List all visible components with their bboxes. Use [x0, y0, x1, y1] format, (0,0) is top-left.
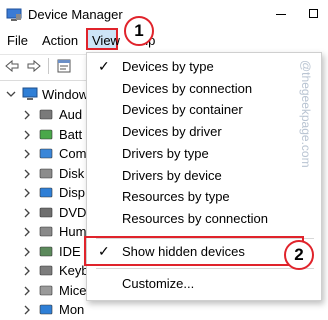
- menu-item-view-option[interactable]: Devices by type: [122, 59, 214, 74]
- tree-item-label: Disk: [59, 165, 85, 181]
- tree-root-label: Window: [42, 87, 89, 102]
- tree-item-label: Disp: [59, 185, 86, 200]
- battery-icon: [39, 129, 53, 139]
- tree-item-label: Mon: [59, 302, 85, 317]
- menu-item-view-option[interactable]: Devices by connection: [122, 81, 252, 96]
- callout-2: 2: [284, 240, 314, 270]
- menu-item-view-option[interactable]: Devices by driver: [122, 124, 222, 139]
- tree-item[interactable]: Mice: [0, 281, 100, 301]
- dvd-icon: [39, 207, 53, 217]
- toolbar-separator: [48, 58, 49, 74]
- menu-item-view-option[interactable]: Resources by type: [122, 189, 230, 204]
- tree-item-label: Batt: [59, 126, 83, 142]
- mouse-icon: [39, 285, 53, 295]
- tree-item-label: Mice: [59, 282, 87, 298]
- chevron-right-icon[interactable]: [22, 305, 32, 315]
- tree-item-label: Hum: [59, 224, 87, 239]
- chevron-right-icon[interactable]: [22, 188, 32, 198]
- ide-icon: [39, 246, 53, 256]
- hid-icon: [39, 226, 53, 237]
- chevron-right-icon[interactable]: [22, 286, 32, 296]
- device-manager-icon: [6, 8, 22, 21]
- check-mark-icon: ✓: [98, 58, 110, 74]
- computer-icon: [39, 148, 53, 159]
- computer-root-icon: [22, 87, 38, 100]
- menu-item-view-option[interactable]: Drivers by type: [122, 146, 209, 161]
- tree-item[interactable]: Disk: [0, 164, 100, 184]
- minimize-button[interactable]: [266, 4, 296, 24]
- disk-icon: [39, 168, 53, 178]
- check-mark-icon: ✓: [98, 243, 110, 259]
- menu-action[interactable]: Action: [42, 33, 78, 48]
- keyboard-icon: [39, 265, 53, 276]
- tree-item[interactable]: Batt: [0, 125, 100, 145]
- tree-item[interactable]: Aud: [0, 105, 100, 125]
- menu-item-show-hidden-devices[interactable]: Show hidden devices: [122, 244, 245, 259]
- tree-item[interactable]: Mon: [0, 300, 100, 320]
- chevron-right-icon[interactable]: [22, 247, 32, 257]
- tree-item[interactable]: DVD: [0, 203, 100, 223]
- chevron-right-icon[interactable]: [22, 149, 32, 159]
- tree-item-label: IDE: [59, 243, 81, 259]
- audio-icon: [39, 109, 53, 120]
- chevron-right-icon[interactable]: [22, 110, 32, 120]
- menu-item-view-option[interactable]: Drivers by device: [122, 168, 222, 183]
- tree-item[interactable]: Disp: [0, 183, 100, 203]
- callout-1: 1: [124, 16, 154, 46]
- forward-arrow-icon[interactable]: [26, 58, 42, 74]
- back-arrow-icon[interactable]: [4, 58, 20, 74]
- chevron-right-icon[interactable]: [22, 266, 32, 276]
- chevron-right-icon[interactable]: [22, 208, 32, 218]
- watermark: @thegeekpage.com: [299, 60, 313, 168]
- chevron-down-icon[interactable]: [6, 89, 16, 99]
- maximize-button[interactable]: [300, 4, 328, 24]
- tree-item-label: DVD: [59, 204, 87, 220]
- chevron-right-icon[interactable]: [22, 130, 32, 140]
- menu-file[interactable]: File: [7, 33, 28, 48]
- menu-item-view-option[interactable]: Devices by container: [122, 102, 243, 117]
- menu-item-customize[interactable]: Customize...: [122, 276, 194, 291]
- tree-item[interactable]: Com: [0, 144, 100, 164]
- chevron-right-icon[interactable]: [22, 227, 32, 237]
- tree-root[interactable]: Window: [0, 85, 100, 105]
- tree-item-label: Com: [59, 146, 87, 161]
- tree-item-label: Aud: [59, 107, 83, 122]
- display-icon: [39, 187, 53, 198]
- chevron-right-icon[interactable]: [22, 169, 32, 179]
- monitor-icon: [39, 304, 53, 315]
- menu-view[interactable]: View: [92, 33, 120, 48]
- properties-icon[interactable]: [56, 58, 72, 74]
- menu-item-view-option[interactable]: Resources by connection: [122, 211, 268, 226]
- menu-separator: [96, 268, 314, 269]
- window-title: Device Manager: [28, 7, 123, 22]
